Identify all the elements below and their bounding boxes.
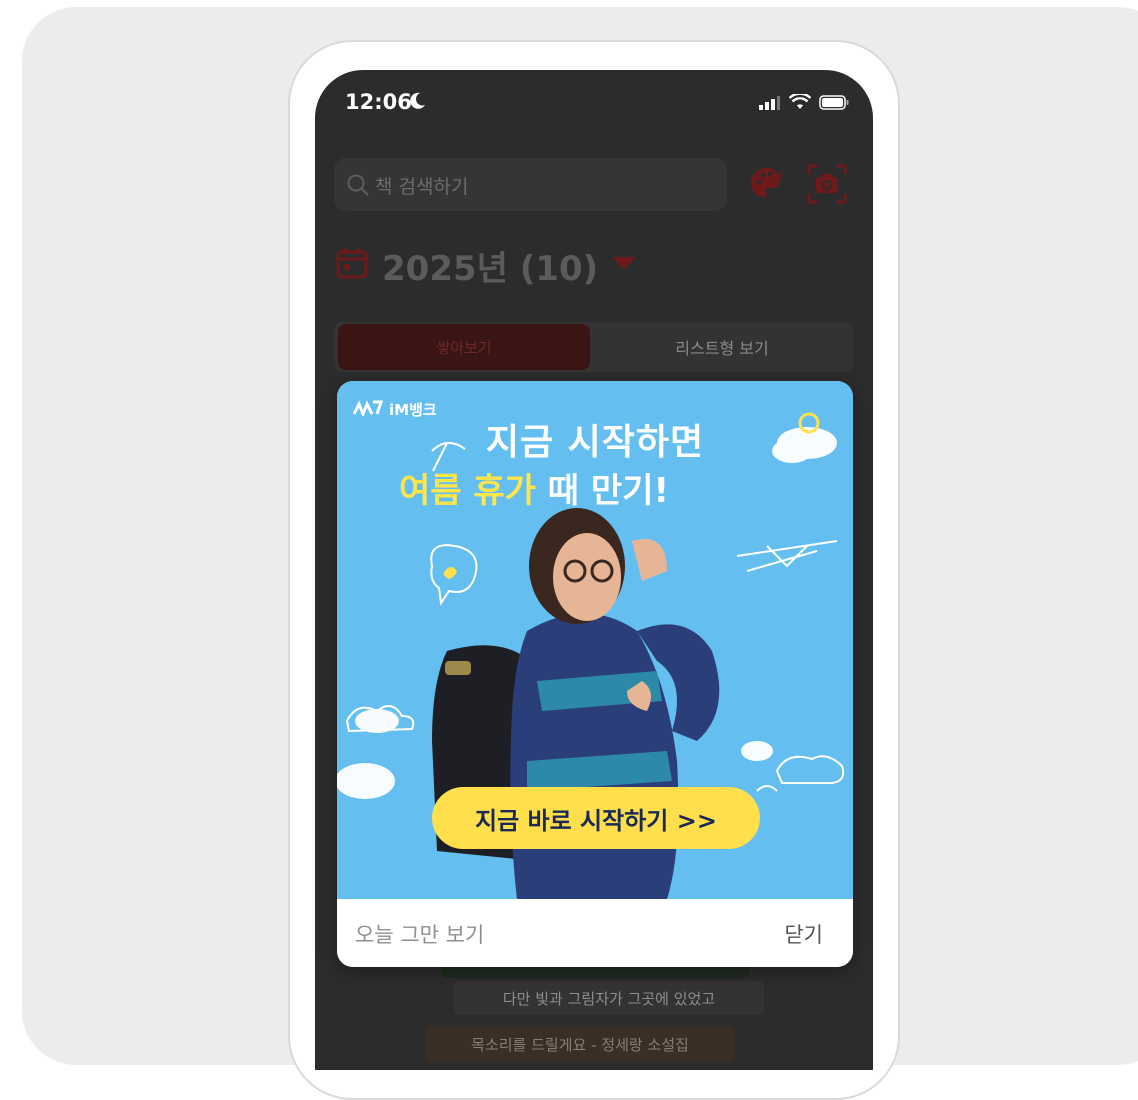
camera-scan-icon[interactable] [805,162,849,210]
year-label: 2025년 (10) [382,248,599,289]
status-icons [759,92,849,114]
search-input[interactable]: 책 검색하기 [334,158,727,211]
search-placeholder: 책 검색하기 [375,176,469,198]
wifi-icon [788,92,812,114]
status-bar: 12:06 [315,70,873,134]
signal-icon [759,95,781,114]
book-item[interactable]: 목소리를 드릴게요 - 정세랑 소설집 [425,1027,735,1061]
ad-popup: iM뱅크 지금 시작하면 여름 휴가 때 만기! 지금 바로 시작하기 >> 오… [337,381,853,967]
view-tabs: 쌓아보기 리스트형 보기 [334,322,853,372]
palette-icon[interactable] [747,162,789,208]
dismiss-today-button[interactable]: 오늘 그만 보기 [355,919,484,949]
search-icon [346,173,370,201]
ad-subheadline-highlight: 여름 휴가 [399,471,536,511]
moon-icon [410,92,426,114]
ad-banner[interactable]: iM뱅크 지금 시작하면 여름 휴가 때 만기! 지금 바로 시작하기 >> [337,381,853,899]
ad-headline: 지금 시작하면 [485,422,705,463]
book-item[interactable]: 다만 빛과 그림자가 그곳에 있었고 [454,981,764,1015]
popup-footer: 오늘 그만 보기 닫기 [337,899,853,967]
tab-list-view[interactable]: 리스트형 보기 [594,324,850,370]
close-button[interactable]: 닫기 [784,919,823,949]
ad-subheadline-rest: 때 만기! [535,471,669,511]
calendar-icon [334,245,370,285]
year-selector[interactable]: 2025년 (10) [334,240,638,290]
tab-stack-view[interactable]: 쌓아보기 [338,324,590,370]
ad-cta-button[interactable]: 지금 바로 시작하기 >> [432,787,760,849]
battery-icon [819,94,849,114]
ad-subheadline: 여름 휴가 때 만기! [399,463,669,512]
status-time: 12:06 [345,90,412,114]
caret-down-icon [610,255,638,275]
